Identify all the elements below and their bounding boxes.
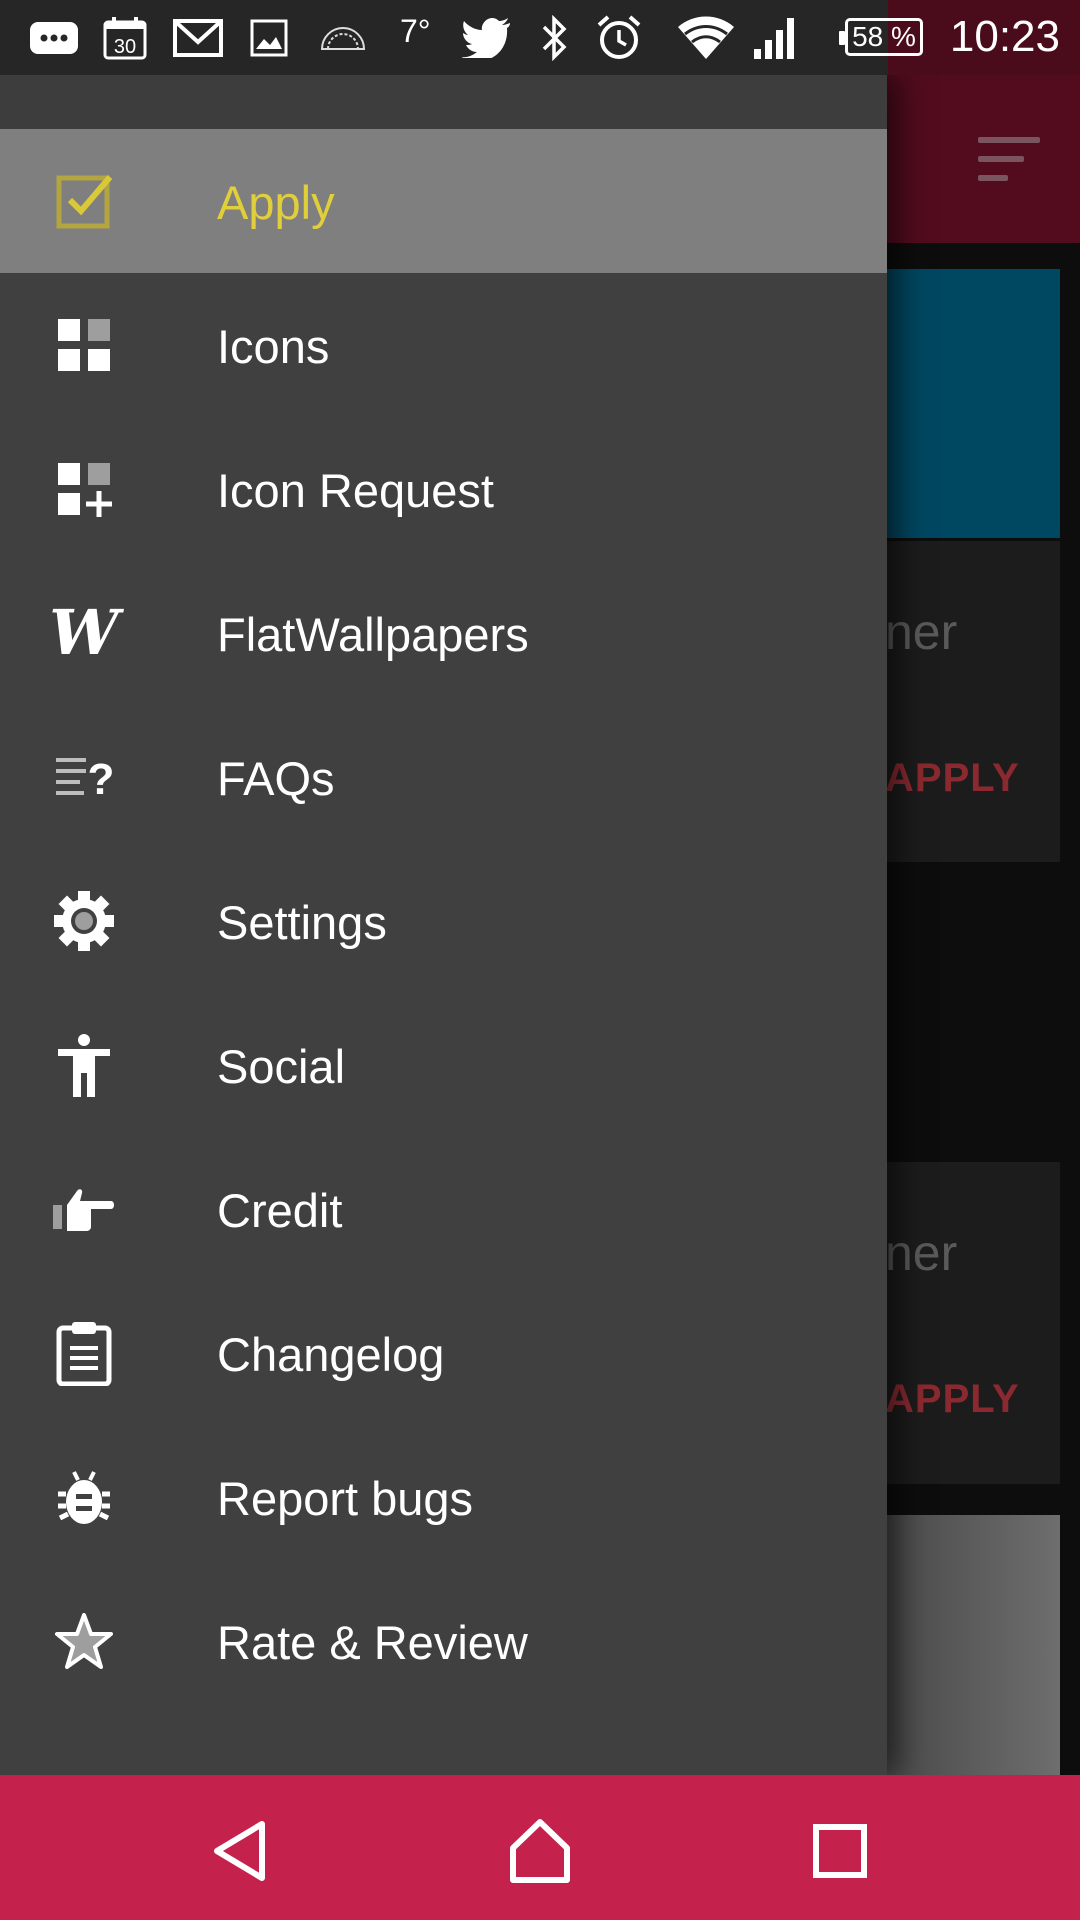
- drawer-item-label: FAQs: [217, 752, 335, 805]
- status-bar: 30 7° 58 % 10:23: [0, 0, 1080, 75]
- message-icon: [28, 16, 80, 60]
- drawer-item-label: Credit: [217, 1184, 343, 1237]
- calendar-icon: 30: [102, 16, 148, 60]
- grid-add-icon: [52, 457, 116, 521]
- svg-text:30: 30: [114, 36, 136, 58]
- grid-icon: [52, 313, 116, 377]
- battery-indicator: 58 %: [839, 18, 923, 56]
- drawer-item-flatwallpapers[interactable]: W FlatWallpapers: [0, 561, 887, 705]
- drawer-item-label: Apply: [217, 176, 335, 229]
- drawer-item-report-bugs[interactable]: Report bugs: [0, 1425, 887, 1569]
- drawer-item-label: FlatWallpapers: [217, 608, 529, 661]
- gear-icon: [52, 889, 116, 953]
- banner-card[interactable]: [887, 269, 1060, 538]
- drawer-item-label: Icon Request: [217, 464, 494, 517]
- launcher-card-apply-button[interactable]: APPLY: [887, 756, 1020, 801]
- launcher-card-apply-button[interactable]: APPLY: [887, 1377, 1020, 1422]
- drawer-item-social[interactable]: Social: [0, 993, 887, 1137]
- system-nav-bar: [0, 1775, 1080, 1920]
- sort-icon[interactable]: [978, 137, 1040, 181]
- drawer-item-label: Social: [217, 1040, 346, 1093]
- launcher-card-title: ner: [887, 604, 958, 660]
- drawer-item-label: Icons: [217, 320, 330, 373]
- navigation-drawer: Apply Icons Icon Request W FlatWallpaper…: [0, 75, 887, 1775]
- drawer-item-rate-review[interactable]: Rate & Review: [0, 1569, 887, 1713]
- drawer-header: [0, 75, 887, 129]
- twitter-icon: [462, 16, 512, 60]
- wifi-icon: [676, 16, 736, 60]
- launcher-card[interactable]: ner APPLY: [887, 1162, 1060, 1484]
- drawer-item-share[interactable]: Sh: [0, 1713, 887, 1775]
- drawer-item-apply[interactable]: Apply: [0, 129, 887, 273]
- faq-icon: ?: [52, 745, 116, 809]
- gmail-icon: [172, 16, 224, 60]
- drawer-item-label: Settings: [217, 896, 387, 949]
- drawer-item-label: Changelog: [217, 1328, 445, 1381]
- clipboard-icon: [52, 1321, 116, 1386]
- drawer-item-settings[interactable]: Settings: [0, 849, 887, 993]
- svg-text:?: ?: [88, 755, 114, 802]
- weather-temperature: 7°: [400, 13, 431, 49]
- hand-point-icon: [52, 1177, 116, 1241]
- drawer-item-faqs[interactable]: ? FAQs: [0, 705, 887, 849]
- signal-icon: [752, 16, 800, 60]
- person-icon: [52, 1033, 116, 1097]
- drawer-item-changelog[interactable]: Changelog: [0, 1281, 887, 1425]
- image-icon: [250, 16, 288, 60]
- clock: 10:23: [949, 12, 1060, 61]
- drawer-item-icon-request[interactable]: Icon Request: [0, 417, 887, 561]
- drawer-item-credit[interactable]: Credit: [0, 1137, 887, 1281]
- star-icon: [52, 1609, 116, 1673]
- check-box-icon: [52, 169, 116, 233]
- bluetooth-icon: [540, 15, 570, 61]
- drawer-item-icons[interactable]: Icons: [0, 273, 887, 417]
- home-button[interactable]: [500, 1811, 580, 1891]
- w-script-icon: W: [49, 596, 119, 669]
- launcher-card[interactable]: ner APPLY: [887, 541, 1060, 862]
- drawer-item-label: Rate & Review: [217, 1616, 528, 1669]
- weather-icon: [318, 16, 368, 60]
- launcher-card-title: ner: [887, 1225, 958, 1281]
- back-button[interactable]: [200, 1811, 280, 1891]
- recents-button[interactable]: [800, 1811, 880, 1891]
- alarm-icon: [596, 15, 642, 60]
- bug-icon: [52, 1465, 116, 1529]
- drawer-item-label: Report bugs: [217, 1472, 474, 1525]
- launcher-card[interactable]: [887, 1515, 1060, 1775]
